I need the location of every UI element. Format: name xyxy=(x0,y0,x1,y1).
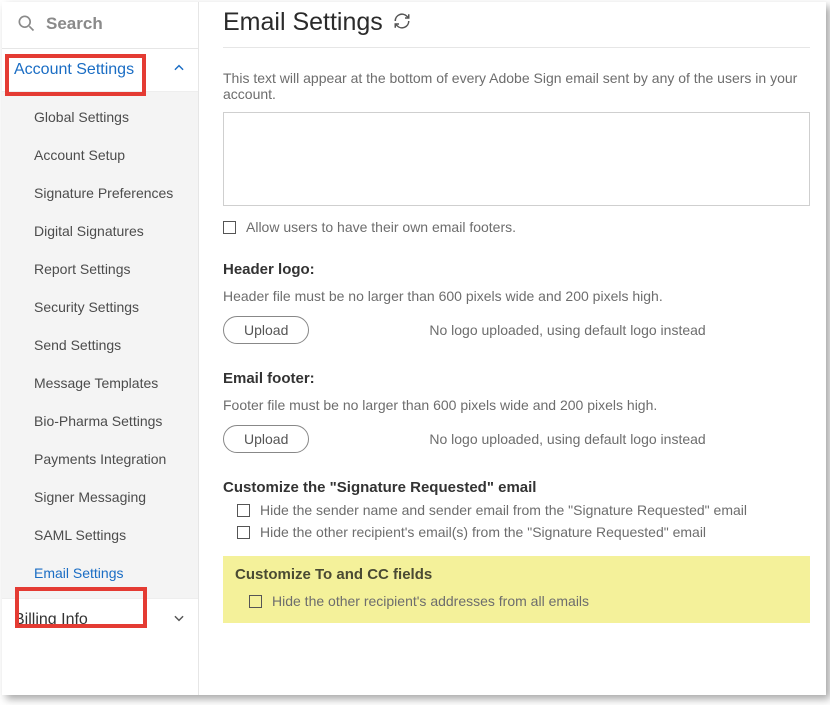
sidebar-item-signer-messaging[interactable]: Signer Messaging xyxy=(2,478,198,516)
hide-recipient-emails-label: Hide the other recipient's email(s) from… xyxy=(260,524,706,540)
header-upload-button[interactable]: Upload xyxy=(223,316,309,344)
email-footer-title: Email footer: xyxy=(223,370,810,387)
header-upload-status: No logo uploaded, using default logo ins… xyxy=(429,322,705,338)
allow-own-footers-checkbox[interactable] xyxy=(223,221,236,234)
highlight-customize-to-cc: Customize To and CC fields Hide the othe… xyxy=(223,556,810,623)
sidebar-item-account-setup[interactable]: Account Setup xyxy=(2,136,198,174)
sidebar-section-billing-info[interactable]: Billing Info xyxy=(2,599,198,641)
sidebar-section-label: Account Settings xyxy=(14,61,134,79)
chevron-up-icon xyxy=(172,61,186,80)
sidebar-section-account-settings[interactable]: Account Settings xyxy=(2,49,198,91)
footer-textarea[interactable] xyxy=(223,112,810,206)
footer-description: This text will appear at the bottom of e… xyxy=(223,70,810,102)
hide-recipient-addresses-label: Hide the other recipient's addresses fro… xyxy=(272,593,589,609)
email-footer-hint: Footer file must be no larger than 600 p… xyxy=(223,397,810,413)
header-logo-hint: Header file must be no larger than 600 p… xyxy=(223,288,810,304)
search-placeholder: Search xyxy=(46,14,103,34)
sidebar-item-security-settings[interactable]: Security Settings xyxy=(2,288,198,326)
sidebar-item-email-settings[interactable]: Email Settings xyxy=(2,554,198,592)
customize-to-cc-title: Customize To and CC fields xyxy=(235,566,798,583)
hide-sender-label: Hide the sender name and sender email fr… xyxy=(260,502,747,518)
customize-sigreq-title: Customize the "Signature Requested" emai… xyxy=(223,479,810,496)
chevron-down-icon xyxy=(172,611,186,630)
header-logo-title: Header logo: xyxy=(223,261,810,278)
sidebar-item-message-templates[interactable]: Message Templates xyxy=(2,364,198,402)
hide-recipient-emails-checkbox[interactable] xyxy=(237,526,250,539)
sidebar-item-send-settings[interactable]: Send Settings xyxy=(2,326,198,364)
refresh-icon[interactable] xyxy=(393,12,411,33)
sidebar-item-signature-preferences[interactable]: Signature Preferences xyxy=(2,174,198,212)
sidebar-item-digital-signatures[interactable]: Digital Signatures xyxy=(2,212,198,250)
search-icon xyxy=(16,13,36,36)
sidebar-item-report-settings[interactable]: Report Settings xyxy=(2,250,198,288)
sidebar-item-bio-pharma-settings[interactable]: Bio-Pharma Settings xyxy=(2,402,198,440)
page-title: Email Settings xyxy=(223,8,383,37)
footer-upload-button[interactable]: Upload xyxy=(223,425,309,453)
hide-sender-checkbox[interactable] xyxy=(237,504,250,517)
hide-recipient-addresses-checkbox[interactable] xyxy=(249,595,262,608)
sidebar-section-label: Billing Info xyxy=(14,611,88,629)
footer-upload-status: No logo uploaded, using default logo ins… xyxy=(429,431,705,447)
main-content: Email Settings This text will appear at … xyxy=(199,2,826,695)
allow-own-footers-label: Allow users to have their own email foot… xyxy=(246,219,516,235)
sidebar-items: Global Settings Account Setup Signature … xyxy=(2,91,198,599)
sidebar-item-payments-integration[interactable]: Payments Integration xyxy=(2,440,198,478)
search-input[interactable]: Search xyxy=(2,2,198,49)
sidebar: Search Account Settings Global Settings … xyxy=(2,2,199,695)
sidebar-item-global-settings[interactable]: Global Settings xyxy=(2,98,198,136)
sidebar-item-saml-settings[interactable]: SAML Settings xyxy=(2,516,198,554)
